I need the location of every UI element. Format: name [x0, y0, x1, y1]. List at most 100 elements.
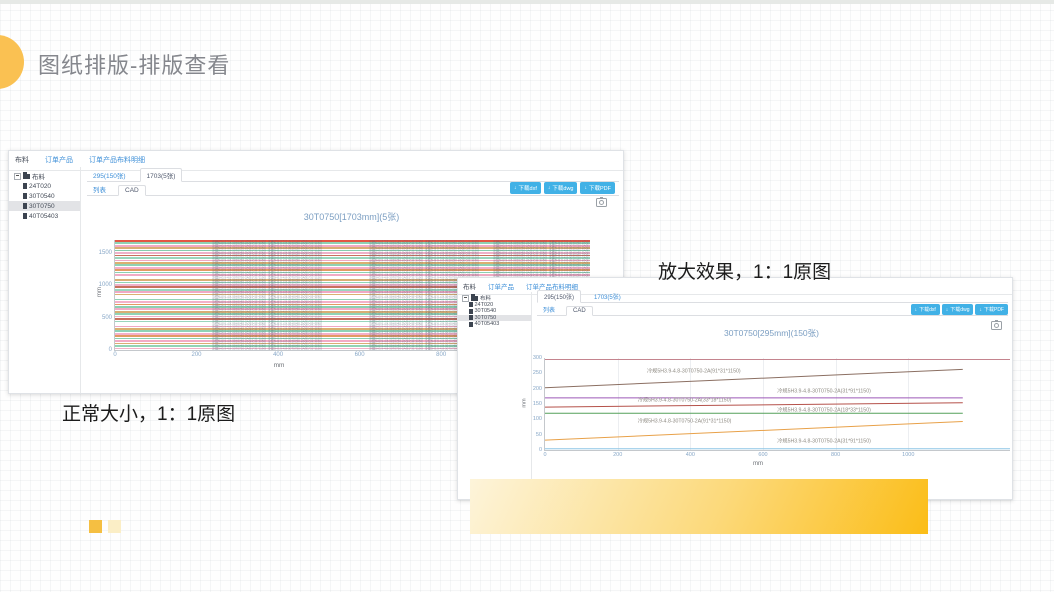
caption-normal-size: 正常大小，1：1原图	[62, 399, 235, 426]
x-tick: 0	[543, 452, 546, 458]
chart-clip: 冷规5H3.9-4.8-30T0750-2A(91*31*1150) 冷规5H3.…	[545, 358, 1010, 450]
size-tab[interactable]: 1703(5张)	[588, 291, 627, 302]
tree-item-30T0540[interactable]: 30T0540	[9, 191, 80, 201]
view-tab-列表[interactable]: 列表	[87, 183, 112, 195]
size-tab-bar: 295(150张) 1703(5张)	[537, 291, 1008, 303]
accent-bar	[470, 479, 928, 534]
x-axis-label: mm	[249, 362, 309, 369]
y-tick: 50	[536, 432, 542, 438]
file-icon	[469, 322, 473, 327]
tree-item-label: 30T0540	[475, 308, 497, 314]
y-tick: 0	[109, 347, 112, 353]
tree-item-label: 30T0750	[29, 203, 55, 210]
tree-item-label: 30T0540	[29, 193, 55, 200]
fabric-tree: 布料24T020 30T0540 30T0750 40T05403	[9, 167, 81, 393]
file-icon	[23, 193, 27, 199]
view-tab-列表[interactable]: 列表	[537, 304, 561, 315]
export-button-label: 下载dwg	[950, 306, 969, 313]
y-axis-label: mm	[522, 398, 528, 407]
y-tick: 500	[102, 315, 112, 321]
y-tick: 1500	[99, 250, 112, 256]
download-icon: ↓	[584, 185, 587, 191]
export-button-label: 下载PDF	[589, 184, 611, 192]
size-tab[interactable]: 295(150张)	[537, 290, 581, 303]
cad-layout-chart: 冷规5H3.9-4.8-30T0750-2A(91*31*1150) 冷规5H3.…	[544, 358, 1010, 451]
app-screenshot-zoomed: 布料订单产品订单产品布料明细 布料24T02030T054030T075040T…	[457, 277, 1013, 500]
presentation-slide: 图纸排版-排版查看 布料订单产品订单产品布料明细 布料24T02030T0540…	[0, 0, 1054, 592]
view-tab-CAD[interactable]: CAD	[118, 185, 146, 196]
x-tick: 800	[831, 452, 840, 458]
slide-title: 图纸排版-排版查看	[38, 48, 230, 80]
file-icon	[469, 309, 473, 314]
strip-label-band: 冷规5H3.9-4.8-30T0750-2A(91*31*1150) 冷规5H3…	[212, 240, 336, 350]
export-button-下载dwg[interactable]: ↓下载dwg	[544, 182, 578, 194]
tree-item-24T020[interactable]: 24T020	[9, 181, 80, 191]
strip-part-label: 冷规5H3.9-4.8-30T0750-2A(91*31*1150)	[647, 367, 741, 374]
file-icon	[469, 315, 473, 320]
strip-lines	[545, 358, 1010, 450]
x-tick: 0	[113, 352, 116, 358]
accent-circle	[0, 35, 24, 89]
y-tick: 200	[533, 386, 542, 392]
strip-part-label: 冷规5H3.9-4.8-30T0750-2A(91*31*1150)	[638, 417, 732, 424]
x-tick: 600	[355, 352, 365, 358]
y-tick: 100	[533, 416, 542, 422]
y-tick: 1000	[99, 282, 112, 288]
size-tab[interactable]: 1703(5张)	[140, 168, 183, 182]
tree-root[interactable]: 布料	[9, 171, 80, 181]
y-tick: 300	[533, 355, 542, 361]
export-button-label: 下载dwg	[552, 184, 573, 192]
strip-label-text: 冷规5H3.9-4.8-30T0750-2A(91*31*1150) 冷规5H3…	[212, 240, 336, 350]
strip-part-label: 冷规5H3.9-4.8-30T0750-2A(31*91*1150)	[777, 388, 871, 395]
export-buttons: ↓下载dxf↓下载dwg↓下载PDF	[510, 182, 615, 194]
strip-part-label: 冷规5H3.9-4.8-30T0750-2A(18*33*1150)	[777, 407, 871, 414]
x-tick: 600	[758, 452, 767, 458]
x-tick: 1000	[902, 452, 914, 458]
strip-part-label: 冷规5H3.9-4.8-30T0750-2A(33*18*1150)	[638, 397, 732, 404]
export-button-label: 下载dxf	[519, 184, 537, 192]
x-axis-label: mm	[728, 461, 788, 467]
export-button-下载PDF[interactable]: ↓下载PDF	[975, 304, 1008, 315]
collapse-icon[interactable]	[462, 295, 469, 302]
top-strip	[0, 0, 1054, 4]
tree-item-label: 40T05403	[29, 213, 58, 220]
chart-title: 30T0750[1703mm](5张)	[80, 210, 623, 223]
download-icon: ↓	[514, 185, 517, 191]
tree-root-label: 布料	[32, 171, 45, 181]
accent-square-dark	[89, 520, 102, 533]
y-tick: 250	[533, 370, 542, 376]
x-tick: 400	[273, 352, 283, 358]
tree-item-30T0750[interactable]: 30T0750	[9, 201, 80, 211]
export-button-下载dwg[interactable]: ↓下载dwg	[942, 304, 974, 315]
export-button-下载dxf[interactable]: ↓下载dxf	[911, 304, 940, 315]
x-tick: 200	[191, 352, 201, 358]
y-axis-label: mm	[97, 287, 103, 297]
download-icon: ↓	[548, 185, 551, 191]
export-button-label: 下载dxf	[919, 306, 936, 313]
accent-square-light	[108, 520, 121, 533]
size-tab-bar: 295(150张) 1703(5张)	[87, 168, 619, 182]
camera-icon[interactable]	[596, 198, 607, 207]
download-icon: ↓	[979, 307, 982, 313]
x-tick: 800	[436, 352, 446, 358]
folder-icon	[471, 296, 478, 301]
tree-item-40T05403[interactable]: 40T05403	[458, 321, 531, 328]
export-button-label: 下载PDF	[984, 306, 1004, 313]
download-icon: ↓	[946, 307, 949, 313]
caption-zoom-effect: 放大效果，1：1原图	[658, 257, 831, 284]
size-tab[interactable]: 295(150张)	[87, 169, 132, 181]
view-tab-CAD[interactable]: CAD	[566, 306, 593, 316]
chart-title: 30T0750[295mm](150张)	[531, 327, 1012, 339]
tree-item-label: 40T05403	[475, 321, 500, 327]
file-icon	[23, 213, 27, 219]
file-icon	[469, 302, 473, 307]
download-icon: ↓	[915, 307, 918, 313]
export-button-下载dxf[interactable]: ↓下载dxf	[510, 182, 541, 194]
export-buttons: ↓下载dxf↓下载dwg↓下载PDF	[911, 304, 1008, 315]
export-button-下载PDF[interactable]: ↓下载PDF	[580, 182, 615, 194]
tree-item-label: 30T0750	[475, 315, 497, 321]
folder-icon	[23, 174, 30, 179]
fabric-tree: 布料24T02030T054030T075040T05403	[458, 292, 532, 499]
tree-item-40T05403[interactable]: 40T05403	[9, 211, 80, 221]
collapse-icon[interactable]	[14, 173, 21, 180]
